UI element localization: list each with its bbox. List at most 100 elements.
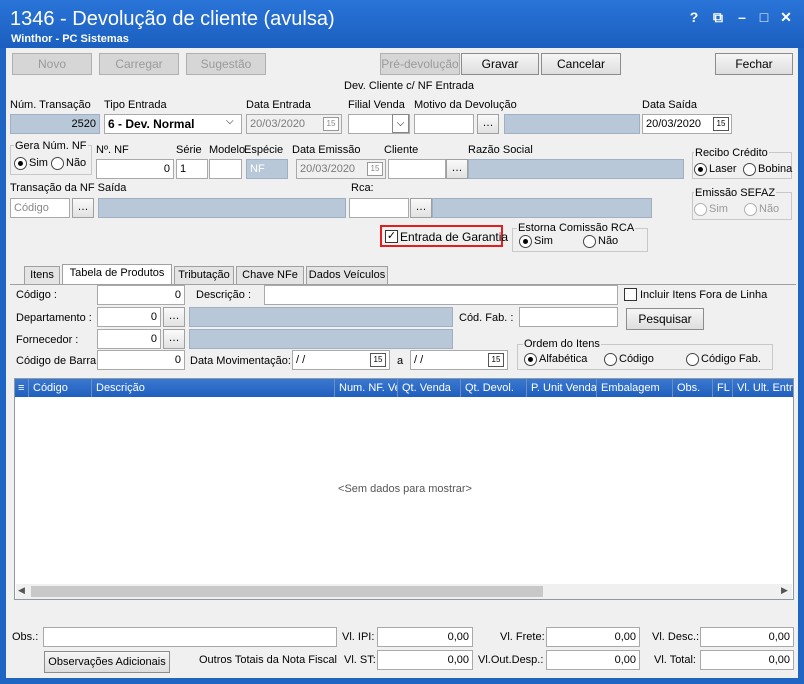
descricao-filter-field[interactable] [264, 285, 618, 305]
tab-dados-veiculos[interactable]: Dados Veículos [306, 266, 388, 284]
vl-desc-field: 0,00 [700, 627, 794, 647]
motivo-search-button[interactable]: … [477, 114, 499, 134]
grid-empty-text: <Sem dados para mostrar> [338, 483, 472, 495]
transacao-search-button[interactable]: … [72, 198, 94, 218]
chevron-down-icon[interactable]: ⌵ [226, 116, 234, 127]
departamento-search-button[interactable]: … [163, 307, 185, 327]
vl-out-desp-field: 0,00 [546, 650, 640, 670]
sefaz-nao-radio[interactable] [744, 203, 757, 216]
grid-column-header[interactable]: P. Unit Venda [527, 379, 597, 397]
gera-nf-sim-radio[interactable] [14, 157, 27, 170]
data-movimentacao-label: Data Movimentação: [190, 355, 291, 367]
fechar-button[interactable]: Fechar [715, 53, 793, 75]
grid-column-header[interactable]: Embalagem [597, 379, 673, 397]
vl-total-label: Vl. Total: [654, 654, 696, 666]
scroll-right-icon[interactable]: ▶ [781, 585, 788, 596]
transacao-desc-field [98, 198, 346, 218]
transacao-nf-saida-label: Transação da NF Saída [10, 182, 127, 194]
pesquisar-button[interactable]: Pesquisar [626, 308, 704, 330]
serie-field[interactable]: 1 [176, 159, 208, 179]
rca-name-field [432, 198, 652, 218]
fornecedor-field[interactable]: 0 [97, 329, 161, 349]
fornecedor-desc-field [189, 329, 453, 349]
tab-tributacao[interactable]: Tributação [174, 266, 234, 284]
novo-button[interactable]: Novo [12, 53, 92, 75]
sefaz-sim-radio[interactable] [694, 203, 707, 216]
transacao-nf-saida-field[interactable]: Código [10, 198, 70, 218]
scroll-left-icon[interactable]: ◀ [18, 585, 25, 596]
gera-nf-nao-radio[interactable] [51, 157, 64, 170]
estorna-nao-radio[interactable] [583, 235, 596, 248]
codigo-barra-field[interactable]: 0 [97, 350, 185, 370]
vl-desc-label: Vl. Desc.: [652, 631, 700, 643]
calendar-icon[interactable]: 15 [488, 353, 504, 367]
razao-social-label: Razão Social [468, 144, 533, 156]
grid-column-header[interactable]: Qt. Devol. [461, 379, 527, 397]
close-icon[interactable]: ✕ [778, 9, 794, 26]
grid-column-header[interactable]: Descrição [92, 379, 335, 397]
entrada-garantia-checkbox[interactable]: ✓ [385, 230, 398, 243]
grid-column-header[interactable]: Num. NF. Ve [335, 379, 398, 397]
codigo-filter-field[interactable]: 0 [97, 285, 185, 305]
horizontal-scrollbar[interactable]: ◀ ▶ [16, 584, 792, 599]
departamento-desc-field [189, 307, 453, 327]
estorna-sim-radio[interactable] [519, 235, 532, 248]
grid-column-header[interactable]: Vl. Ult. Entra [733, 379, 793, 397]
grid-column-header[interactable]: Obs. [673, 379, 713, 397]
tipo-entrada-select[interactable]: 6 - Dev. Normal [104, 114, 242, 134]
modelo-label: Modelo [209, 144, 246, 156]
cliente-label: Cliente [384, 144, 419, 156]
incluir-fora-linha-checkbox[interactable] [624, 288, 637, 301]
carregar-button[interactable]: Carregar [99, 53, 179, 75]
products-grid[interactable]: ≡ Código Descrição Num. NF. Ve Qt. Venda… [14, 378, 794, 600]
scroll-thumb[interactable] [31, 586, 543, 597]
data-mov-a-label: a [397, 355, 404, 367]
sugestao-button[interactable]: Sugestão [186, 53, 266, 75]
minimize-icon[interactable]: – [734, 9, 750, 25]
help-icon[interactable]: ? [686, 9, 702, 25]
observacoes-adicionais-button[interactable]: Observações Adicionais [44, 651, 170, 673]
grid-column-header[interactable]: FL [713, 379, 733, 397]
bobina-label: Bobina [758, 163, 793, 175]
ordem-codigo-radio[interactable] [604, 353, 617, 366]
cliente-code-field[interactable] [388, 159, 446, 179]
especie-field: NF [246, 159, 288, 179]
grid-column-header[interactable]: Qt. Venda [398, 379, 461, 397]
restore-icon[interactable]: ⧉ [710, 9, 726, 26]
gravar-button[interactable]: Gravar [461, 53, 539, 75]
calendar-icon[interactable]: 15 [367, 162, 383, 176]
calendar-icon[interactable]: 15 [370, 353, 386, 367]
laser-radio[interactable] [694, 163, 707, 176]
cod-fab-label: Cód. Fab. : [459, 312, 514, 324]
estorna-sim-label: Sim [534, 235, 553, 247]
cancelar-button[interactable]: Cancelar [541, 53, 621, 75]
calendar-icon[interactable]: 15 [713, 117, 729, 131]
chevron-down-icon[interactable]: ⌵ [392, 114, 409, 133]
obs-field[interactable] [43, 627, 337, 647]
cliente-search-button[interactable]: … [446, 159, 468, 179]
tab-tabela-produtos[interactable]: Tabela de Produtos [62, 264, 172, 284]
maximize-icon[interactable]: □ [756, 9, 772, 25]
modelo-field[interactable] [209, 159, 242, 179]
fornecedor-search-button[interactable]: … [163, 329, 185, 349]
tab-itens[interactable]: Itens [24, 266, 60, 284]
departamento-field[interactable]: 0 [97, 307, 161, 327]
motivo-code-field[interactable] [414, 114, 474, 134]
grid-column-header[interactable]: Código [29, 379, 92, 397]
vl-frete-field: 0,00 [546, 627, 640, 647]
data-saida-label: Data Saída [642, 99, 698, 111]
calendar-icon[interactable]: 15 [323, 117, 339, 131]
ordem-codigo-fab-radio[interactable] [686, 353, 699, 366]
tab-chave-nfe[interactable]: Chave NFe [236, 266, 304, 284]
pre-devolucao-button[interactable]: Pré-devolução [380, 53, 460, 75]
cod-fab-field[interactable] [519, 307, 618, 327]
bobina-radio[interactable] [743, 163, 756, 176]
rca-search-button[interactable]: … [410, 198, 432, 218]
grid-menu-icon[interactable]: ≡ [15, 379, 29, 397]
nro-nf-label: Nº. NF [96, 144, 129, 156]
ordem-itens-label: Ordem do Itens [523, 338, 601, 350]
nro-nf-field[interactable]: 0 [96, 159, 174, 179]
entrada-garantia-label: Entrada de Garantia [400, 230, 509, 244]
rca-code-field[interactable] [349, 198, 409, 218]
ordem-alfabetica-radio[interactable] [524, 353, 537, 366]
